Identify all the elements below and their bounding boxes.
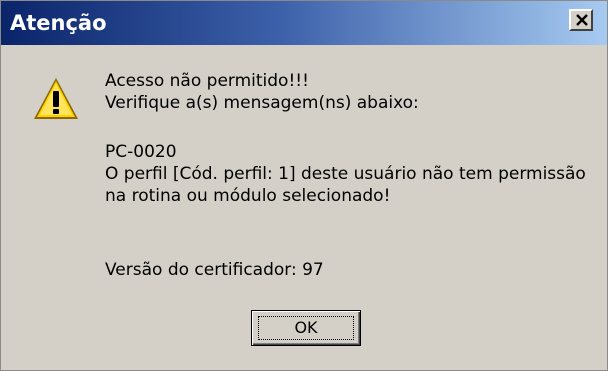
error-detail-line1: O perfil [Cód. perfil: 1] deste usuário …: [105, 164, 586, 184]
error-detail-line2: na rotina ou módulo selecionado!: [105, 186, 391, 206]
error-code: PC-0020: [105, 142, 177, 162]
alert-dialog: Atenção Acesso não permitido!!! Verifiqu…: [0, 0, 608, 371]
warning-icon: [34, 78, 78, 119]
certifier-version: Versão do certificador: 97: [105, 260, 324, 280]
message-title: Acesso não permitido!!!: [105, 71, 309, 91]
ok-button[interactable]: OK: [251, 310, 361, 346]
ok-button-label: OK: [294, 318, 318, 337]
close-icon: [576, 14, 588, 26]
message-subtitle: Verifique a(s) mensagem(ns) abaixo:: [105, 93, 419, 113]
dialog-title: Atenção: [10, 11, 107, 35]
title-bar[interactable]: Atenção: [1, 1, 607, 45]
close-button[interactable]: [569, 9, 593, 31]
